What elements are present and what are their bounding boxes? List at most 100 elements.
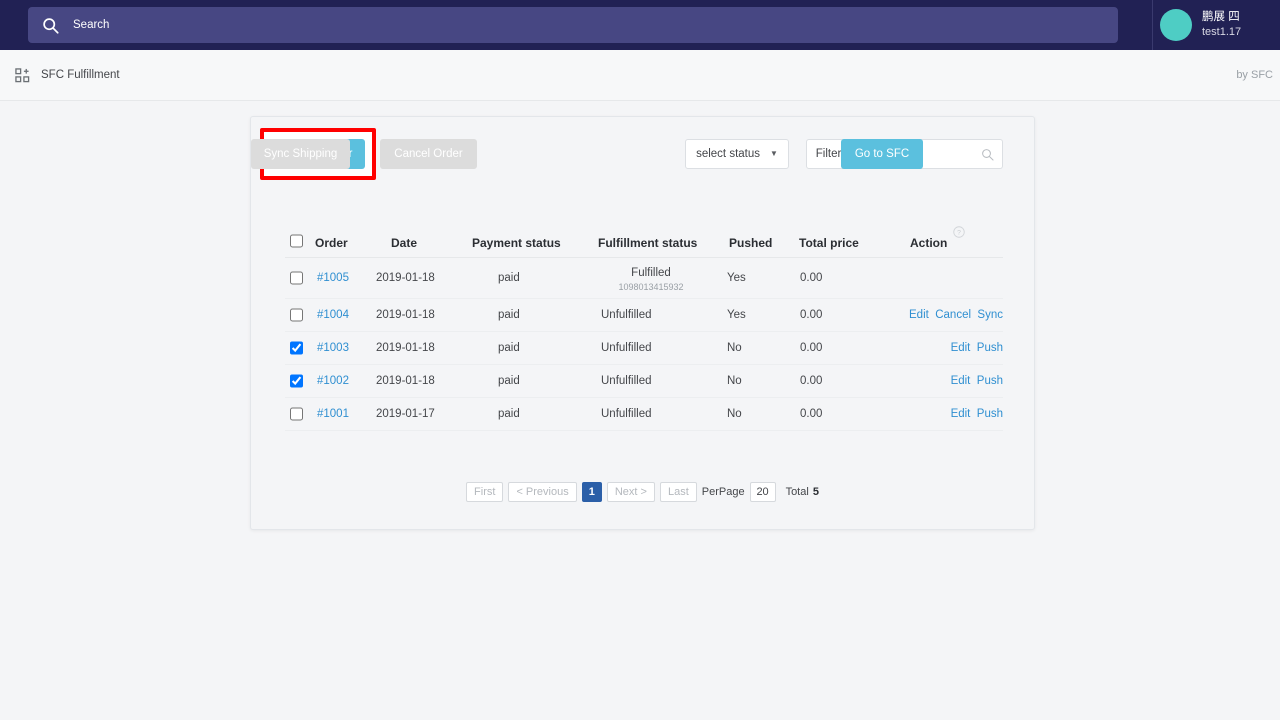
order-date: 2019-01-17 — [376, 408, 435, 420]
go-to-sfc-button[interactable]: Go to SFC — [841, 139, 923, 169]
breadcrumb[interactable]: SFC Fulfillment — [15, 67, 120, 83]
search-icon — [43, 17, 59, 34]
fulfillment-status: Unfulfilled — [601, 408, 652, 420]
table-body: #1005 2019-01-18 paid Fulfilled 109801341593… — [285, 258, 1003, 431]
orders-toolbar: Push Order Cancel Order Sync Shipping Go… — [251, 128, 1034, 185]
search-icon[interactable] — [981, 148, 994, 161]
orders-panel: Push Order Cancel Order Sync Shipping Go… — [250, 116, 1035, 530]
order-date: 2019-01-18 — [376, 309, 435, 321]
user-subtitle: test1.17 — [1202, 26, 1242, 39]
table-row: #1005 2019-01-18 paid Fulfilled 109801341593… — [285, 258, 1003, 299]
sync-shipping-button[interactable]: Sync Shipping — [251, 139, 350, 169]
question-mark-circle-icon[interactable]: ? — [953, 226, 965, 238]
svg-text:?: ? — [957, 230, 961, 237]
column-header-fulfillment-status: Fulfillment status — [598, 236, 698, 250]
tracking-number: 1098013415932 — [618, 282, 684, 293]
column-header-total-price: Total price — [799, 236, 859, 250]
row-actions: Edit Push — [877, 375, 1003, 387]
filter-label: Filter — [815, 148, 842, 160]
table-row: #1003 2019-01-18 paid Unfulfilled No 0.00 Edit… — [285, 332, 1003, 365]
perpage-input[interactable] — [749, 482, 776, 502]
row-actions: Edit Push — [877, 408, 1003, 420]
action-edit-link[interactable]: Edit — [951, 408, 971, 420]
fulfillment-status: Unfulfilled — [601, 342, 652, 354]
action-push-link[interactable]: Push — [977, 408, 1003, 420]
top-navigation-bar: 鹏展 四 test1.17 — [0, 0, 1280, 50]
pagination-page-1-button[interactable]: 1 — [581, 482, 602, 502]
select-status-label: select status — [696, 148, 760, 160]
fulfillment-status-label: Fulfilled — [631, 267, 671, 279]
pushed-value: No — [727, 375, 742, 387]
fulfillment-status: Unfulfilled — [601, 309, 652, 321]
action-sync-link[interactable]: Sync — [977, 309, 1003, 321]
row-select-checkbox[interactable] — [290, 271, 303, 285]
order-link[interactable]: #1001 — [317, 408, 349, 420]
order-date: 2019-01-18 — [376, 342, 435, 354]
payment-status: paid — [498, 309, 520, 321]
action-edit-link[interactable]: Edit — [951, 342, 971, 354]
global-search-box[interactable] — [28, 7, 1118, 43]
row-actions: Edit Cancel Sync — [877, 309, 1003, 321]
fulfillment-status: Fulfilled 1098013415932 — [601, 266, 701, 294]
row-select-checkbox[interactable] — [290, 308, 303, 322]
order-link[interactable]: #1003 — [317, 342, 349, 354]
avatar — [1160, 9, 1192, 41]
table-header-row: Order Date Payment status Fulfillment st… — [285, 225, 1003, 258]
total-price-value: 0.00 — [800, 309, 823, 321]
pagination-first-button[interactable]: First — [466, 482, 504, 502]
action-edit-link[interactable]: Edit — [909, 309, 929, 321]
select-status-dropdown[interactable]: select status ▼ — [685, 139, 789, 169]
orders-table: Order Date Payment status Fulfillment st… — [285, 225, 1003, 431]
action-push-link[interactable]: Push — [977, 342, 1003, 354]
pushed-value: Yes — [727, 272, 746, 284]
order-link[interactable]: #1002 — [317, 375, 349, 387]
column-header-date: Date — [391, 236, 418, 250]
pagination: First < Previous 1 Next > Last PerPage T… — [251, 482, 1034, 502]
pagination-next-button[interactable]: Next > — [606, 482, 655, 502]
column-header-pushed: Pushed — [729, 236, 773, 250]
select-all-checkbox[interactable] — [290, 234, 303, 248]
table-row: #1004 2019-01-18 paid Unfulfilled Yes 0.00 Edi… — [285, 299, 1003, 332]
user-text-block: 鹏展 四 test1.17 — [1202, 10, 1241, 40]
user-account-menu[interactable]: 鹏展 四 test1.17 — [1160, 0, 1241, 50]
chevron-down-icon: ▼ — [770, 149, 778, 158]
perpage-label: PerPage — [701, 486, 745, 498]
topbar-divider — [1152, 0, 1153, 50]
row-select-checkbox[interactable] — [290, 407, 303, 421]
total-price-value: 0.00 — [800, 408, 823, 420]
breadcrumb-label: SFC Fulfillment — [41, 69, 120, 81]
cancel-order-button[interactable]: Cancel Order — [380, 139, 477, 169]
action-cancel-link[interactable]: Cancel — [935, 309, 971, 321]
payment-status: paid — [498, 408, 520, 420]
pushed-value: No — [727, 408, 742, 420]
order-date: 2019-01-18 — [376, 375, 435, 387]
column-header-action: Action — [910, 236, 948, 250]
order-link[interactable]: #1004 — [317, 309, 349, 321]
total-label: Total — [785, 486, 809, 498]
row-select-checkbox[interactable] — [290, 374, 303, 388]
column-header-order: Order — [315, 236, 348, 250]
payment-status: paid — [498, 272, 520, 284]
table-row: #1002 2019-01-18 paid Unfulfilled No 0.00 Edit… — [285, 365, 1003, 398]
total-value: 5 — [812, 486, 819, 498]
user-name: 鹏展 四 — [1202, 10, 1240, 23]
payment-status: paid — [498, 342, 520, 354]
action-push-link[interactable]: Push — [977, 375, 1003, 387]
app-grid-add-icon — [15, 67, 30, 82]
by-sfc-label: by SFC — [1236, 69, 1273, 81]
fulfillment-status: Unfulfilled — [601, 375, 652, 387]
pushed-value: No — [727, 342, 742, 354]
order-link[interactable]: #1005 — [317, 272, 349, 284]
total-price-value: 0.00 — [800, 272, 823, 284]
pagination-previous-button[interactable]: < Previous — [508, 482, 577, 502]
total-count: Total 5 — [786, 486, 819, 498]
row-select-checkbox[interactable] — [290, 341, 303, 355]
total-price-value: 0.00 — [800, 342, 823, 354]
column-header-payment-status: Payment status — [472, 236, 561, 250]
action-edit-link[interactable]: Edit — [951, 375, 971, 387]
breadcrumb-bar: SFC Fulfillment by SFC — [0, 50, 1280, 101]
payment-status: paid — [498, 375, 520, 387]
order-date: 2019-01-18 — [376, 272, 435, 284]
search-input[interactable] — [73, 19, 1104, 31]
pagination-last-button[interactable]: Last — [659, 482, 697, 502]
